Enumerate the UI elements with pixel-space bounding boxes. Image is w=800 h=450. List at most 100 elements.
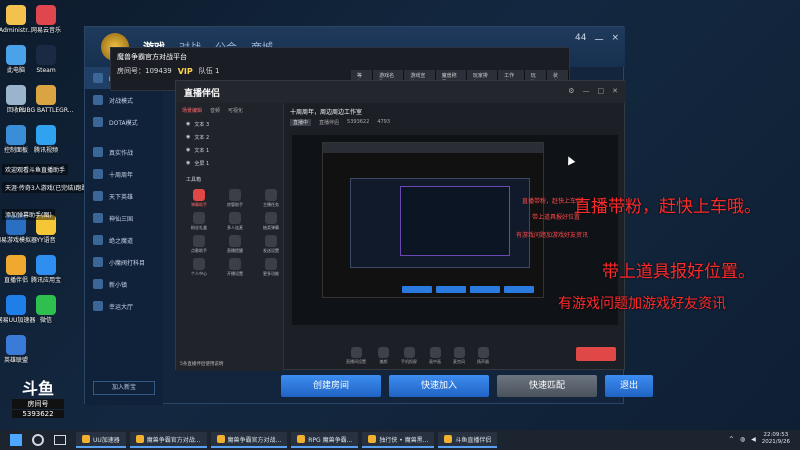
close-button[interactable]: × — [611, 33, 619, 46]
taskbar-item[interactable]: UU加速器 — [76, 432, 126, 448]
mode-icon — [93, 117, 103, 127]
tool-item[interactable]: 多人连麦 — [220, 212, 250, 231]
sidebar-item[interactable]: 绝之魔道 — [85, 229, 163, 251]
sidebar-item[interactable]: 神仙三国 — [85, 207, 163, 229]
eye-icon[interactable]: ◉ — [186, 121, 190, 128]
footer-tool[interactable]: 画中画 — [429, 347, 441, 365]
sidebar-item[interactable]: DOTA模式 — [85, 111, 163, 133]
sidebar-item[interactable]: 新小镇 — [85, 273, 163, 295]
footer-tool[interactable]: 扬声器 — [477, 347, 489, 365]
nested-preview-buttons — [402, 286, 534, 293]
mode-icon — [93, 73, 103, 83]
tab-audio[interactable]: 音频 — [210, 107, 220, 114]
sidebar-item-label: 幸运大厅 — [109, 303, 134, 311]
tool-item[interactable]: 更多功能 — [256, 258, 286, 277]
desktop-icon[interactable]: 英雄联盟 — [0, 335, 46, 364]
eye-icon[interactable]: ◉ — [186, 160, 190, 167]
app-icon — [36, 45, 56, 65]
eye-icon[interactable]: ◉ — [186, 134, 190, 141]
tool-item[interactable]: 主播任务 — [256, 189, 286, 208]
scene-item[interactable]: ◉ 文本 3 — [176, 118, 283, 131]
taskbar-item[interactable]: RPG 魔兽争霸... — [291, 432, 359, 448]
desktop-icon[interactable]: PUBG BATTLEGR... — [16, 85, 76, 114]
scene-item[interactable]: ◉ 全屏 1 — [176, 157, 283, 170]
desktop-icon[interactable]: 腾讯视频 — [16, 125, 76, 154]
tool-icon — [265, 189, 277, 201]
volume-icon[interactable]: ◀ — [751, 436, 756, 443]
sidebar-bottom-button[interactable]: 加入新宝 — [93, 381, 155, 395]
tool-item[interactable]: 直播提醒 — [220, 235, 250, 254]
tab-scene[interactable]: 场景编辑 — [182, 107, 202, 114]
tool-label: 弹幕助手 — [191, 202, 207, 207]
sidebar-item[interactable]: 十周周年 — [85, 163, 163, 185]
footer-tool[interactable]: 直播间设置 — [346, 347, 366, 365]
tool-item[interactable]: 房管助手 — [220, 189, 250, 208]
create-room-button[interactable]: 创建房间 — [281, 375, 381, 397]
taskbar-item[interactable]: 魔兽争霸官方对战... — [129, 432, 207, 448]
tool-label: 点歌助手 — [191, 248, 207, 253]
exit-button[interactable]: 退出 — [605, 375, 653, 397]
sidebar-item[interactable]: 幸运大厅 — [85, 295, 163, 317]
douyu-room-number: 5393622 — [12, 410, 64, 418]
footer-tool-label: 麦克风 — [453, 359, 465, 364]
sidebar-item-label: 十周周年 — [109, 171, 134, 179]
footer-tool[interactable]: 手机投屏 — [401, 347, 417, 365]
minimize-button[interactable]: 一 — [594, 33, 603, 46]
taskbar-item[interactable]: 魔兽争霸官方对战... — [210, 432, 288, 448]
network-icon[interactable]: ◍ — [740, 436, 745, 443]
sidebar-item-label: 天下英雄 — [109, 193, 134, 201]
tab-visual[interactable]: 可视化 — [228, 107, 243, 114]
taskbar-item[interactable]: 斗鱼直播伴侣 — [438, 432, 498, 448]
desktop-icon[interactable]: 网易云音乐 — [16, 5, 76, 34]
tool-icon — [229, 258, 241, 270]
sidebar-item[interactable]: 真实作战 — [85, 141, 163, 163]
chevron-up-icon[interactable]: ^ — [729, 436, 734, 443]
tool-item[interactable]: 开播设置 — [220, 258, 250, 277]
tool-item[interactable]: 粉丝礼盒 — [184, 212, 214, 231]
tool-item[interactable]: 点歌助手 — [184, 235, 214, 254]
scene-item[interactable]: ◉ 文本 1 — [176, 144, 283, 157]
windows-start-icon[interactable] — [10, 434, 22, 446]
footer-tool-label: 美颜 — [379, 359, 388, 364]
footer-tool[interactable]: 美颜 — [378, 347, 389, 365]
tool-icon — [229, 189, 241, 201]
settings-icon[interactable]: ⚙ — [568, 87, 574, 95]
footer-tool[interactable]: 麦克风 — [453, 347, 465, 365]
app-icon — [36, 255, 56, 275]
quick-join-button[interactable]: 快速加入 — [389, 375, 489, 397]
douyu-room-label: 房间号 — [12, 399, 64, 409]
minimize-icon[interactable]: — — [583, 87, 590, 95]
maximize-icon[interactable]: □ — [598, 87, 605, 95]
tool-item[interactable]: 抽奖弹幕 — [256, 212, 286, 231]
task-view-icon[interactable] — [54, 435, 66, 445]
sidebar-item-label: DOTA模式 — [109, 119, 138, 127]
close-icon[interactable]: ✕ — [612, 87, 618, 95]
app-icon — [36, 5, 56, 25]
quick-match-button[interactable]: 快速匹配 — [497, 375, 597, 397]
taskbar-item[interactable]: 独行侠 • 魔兽黑... — [362, 432, 435, 448]
sidebar-item[interactable]: 小魔阀打科目 — [85, 251, 163, 273]
tools-title: 工具箱 — [186, 177, 202, 183]
tool-item[interactable]: 发送设置 — [256, 235, 286, 254]
overlay-line-3: 有游戏问题加游戏好友资讯 — [558, 296, 726, 312]
desktop-icon[interactable]: 腾讯应用宝 — [16, 255, 76, 284]
desktop-icon[interactable]: 微信 — [16, 295, 76, 324]
sidebar-item[interactable]: 天下英雄 — [85, 185, 163, 207]
taskbar: UU加速器 魔兽争霸官方对战... 魔兽争霸官方对战... RPG 魔兽争霸... 独行… — [0, 430, 800, 450]
taskbar-item-label: 独行侠 • 魔兽黑... — [379, 436, 429, 444]
friends-count[interactable]: 44 — [575, 33, 586, 46]
scene-item[interactable]: ◉ 文本 2 — [176, 131, 283, 144]
sidebar-item-label: 神仙三国 — [109, 215, 134, 223]
footer-tool-label: 手机投屏 — [401, 359, 417, 364]
tool-icon — [229, 235, 241, 247]
help-note[interactable]: 5条直播伴侣使用说明 — [180, 361, 223, 367]
start-live-button[interactable] — [576, 347, 616, 361]
desktop-icon[interactable]: Steam — [16, 45, 76, 74]
sidebar-item-label: 绝之魔道 — [109, 237, 134, 245]
eye-icon[interactable]: ◉ — [186, 147, 190, 154]
clock[interactable]: 22:09:53 2021/9/26 — [762, 432, 790, 446]
tool-item[interactable]: 弹幕助手 — [184, 189, 214, 208]
search-icon[interactable] — [32, 434, 44, 446]
tool-item[interactable]: 个人中心 — [184, 258, 214, 277]
sidebar-item[interactable]: 对战模式 — [85, 89, 163, 111]
